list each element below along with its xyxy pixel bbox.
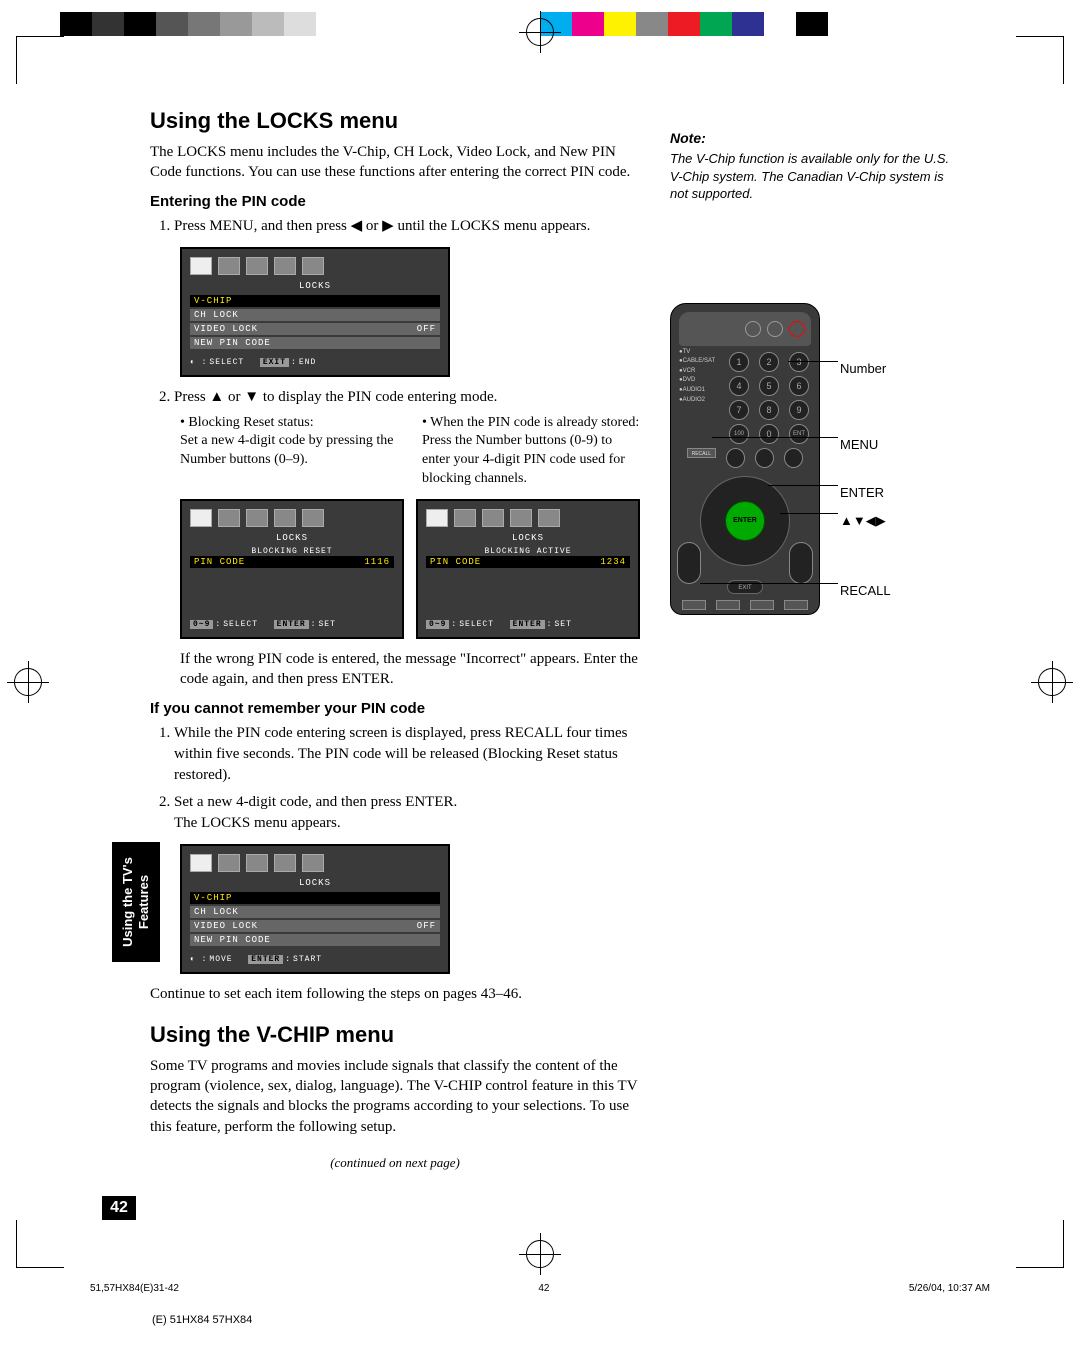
osd-footer: 0~9:SELECT ENTER:SET [190,620,336,629]
two-column-notes: Blocking Reset status:Set a new 4-digit … [180,414,640,490]
vchip-intro: Some TV programs and movies include sign… [150,1056,640,1137]
step-1: Press MENU, and then press ◀ or ▶ until … [174,216,640,237]
enter-button-icon: ENTER [725,501,765,541]
callout-number: Number [840,361,886,376]
registration-mark [526,1240,554,1268]
osd-locks-menu: LOCKS V-CHIP CH LOCK VIDEO LOCK OFF NEW P… [180,247,450,377]
osd-title: LOCKS [190,533,394,543]
registration-mark [526,18,554,46]
osd-title: LOCKS [190,878,440,888]
remote-illustration: ●TV●CABLE/SAT●VCR●DVD●AUDIO1●AUDIO2 123 … [670,303,930,615]
forgot-step-2: Set a new 4-digit code, and then press E… [174,792,640,834]
osd-item: CH LOCK [194,310,239,320]
heading-forgot-pin: If you cannot remember your PIN code [150,700,640,717]
incorrect-pin-note: If the wrong PIN code is entered, the me… [180,649,640,690]
color-bar [60,12,860,36]
osd-locks-menu-2: LOCKS V-CHIP CH LOCK VIDEO LOCK OFF NEW P… [180,844,450,974]
registration-mark [1038,668,1066,696]
osd-item: V-CHIP [194,296,232,306]
osd-blocking-active: LOCKS BLOCKING ACTIVE PIN CODE 1234 0~9:S… [416,499,640,639]
continue-note: Continue to set each item following the … [150,984,640,1004]
osd-item: PIN CODE [194,557,245,567]
callout-recall: RECALL [840,583,891,598]
callout-enter: ENTER [840,485,884,500]
blocking-reset-note: Blocking Reset status:Set a new 4-digit … [180,414,398,490]
osd-item: NEW PIN CODE [194,935,271,945]
crop-mark [1016,36,1064,84]
osd-footer: 0~9:SELECT ENTER:SET [426,620,572,629]
device-list: ●TV●CABLE/SAT●VCR●DVD●AUDIO1●AUDIO2 [679,348,715,406]
vol-rocker-icon [789,542,813,584]
pin-stored-note: When the PIN code is already stored:Pres… [422,414,640,490]
registration-mark [14,668,42,696]
osd-value: 1234 [600,557,626,567]
osd-value: OFF [417,324,436,334]
osd-subtitle: BLOCKING RESET [190,547,394,556]
footer-filename: 51,57HX84(E)31-42 [90,1283,179,1294]
model-number: (E) 51HX84 57HX84 [152,1314,252,1326]
heading-locks: Using the LOCKS menu [150,108,640,134]
page-number: 42 [102,1196,136,1220]
osd-subtitle: BLOCKING ACTIVE [426,547,630,556]
footer-page: 42 [538,1283,549,1294]
light-button-icon [745,321,761,337]
power-button-icon [789,321,805,337]
osd-value: OFF [417,921,436,931]
crop-mark [16,36,64,84]
osd-item: PIN CODE [430,557,481,567]
osd-value: 1116 [364,557,390,567]
step-2: Press ▲ or ▼ to display the PIN code ent… [174,387,640,408]
callout-menu: MENU [840,437,878,452]
note-heading: Note: [670,130,950,146]
note-body: The V-Chip function is available only fo… [670,150,950,203]
osd-item: VIDEO LOCK [194,324,258,334]
osd-title: LOCKS [426,533,630,543]
ch-rocker-icon [677,542,701,584]
osd-item: CH LOCK [194,907,239,917]
remote-top-row [679,312,811,346]
osd-blocking-reset: LOCKS BLOCKING RESET PIN CODE 1116 0~9:SE… [180,499,404,639]
osd-item: V-CHIP [194,893,232,903]
continued-note: (continued on next page) [150,1155,640,1171]
sleep-button-icon [767,321,783,337]
osd-title: LOCKS [190,281,440,291]
osd-footer: ◐ :SELECT EXIT:END [190,358,316,367]
osd-footer: ◐ :MOVE ENTER:START [190,955,322,964]
locks-intro: The LOCKS menu includes the V-Chip, CH L… [150,142,640,183]
heading-vchip: Using the V-CHIP menu [150,1022,640,1048]
heading-enter-pin: Entering the PIN code [150,193,640,210]
crop-mark [1016,1220,1064,1268]
section-tab: Using the TV'sFeatures [112,842,160,962]
note-block: Note: The V-Chip function is available o… [670,130,950,203]
callout-arrows: ▲▼◀▶ [840,513,886,529]
osd-item: NEW PIN CODE [194,338,271,348]
osd-item: VIDEO LOCK [194,921,258,931]
forgot-step-1: While the PIN code entering screen is di… [174,723,640,786]
page-content: Using the TV'sFeatures Using the LOCKS m… [150,108,940,1208]
print-footer: 51,57HX84(E)31-42 42 5/26/04, 10:37 AM [90,1283,990,1294]
footer-timestamp: 5/26/04, 10:37 AM [909,1283,990,1294]
crop-mark [16,1220,64,1268]
